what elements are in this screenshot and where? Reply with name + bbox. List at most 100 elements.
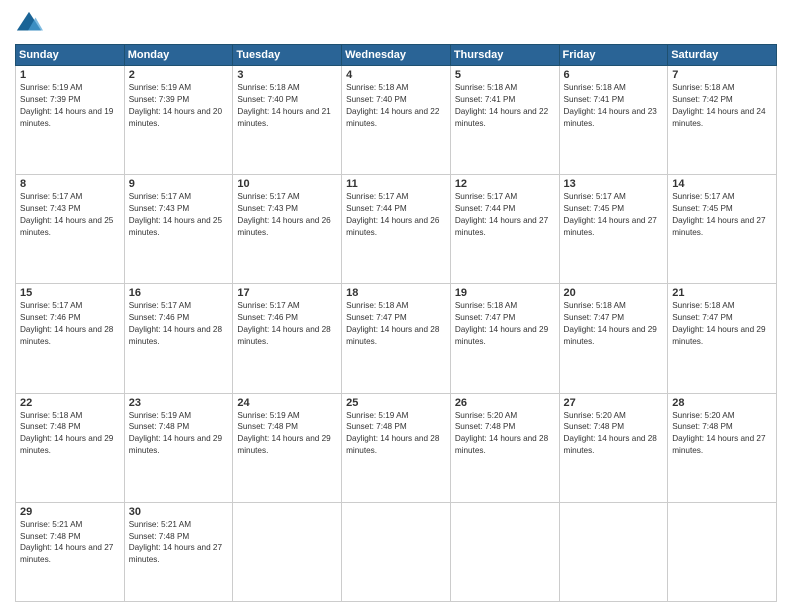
week-row: 15Sunrise: 5:17 AMSunset: 7:46 PMDayligh…: [16, 284, 777, 393]
header-day: Friday: [559, 45, 668, 66]
day-info: Sunrise: 5:18 AMSunset: 7:47 PMDaylight:…: [672, 300, 772, 348]
day-number: 15: [20, 287, 120, 299]
day-cell: 2Sunrise: 5:19 AMSunset: 7:39 PMDaylight…: [124, 66, 233, 175]
day-cell: [450, 502, 559, 601]
day-number: 25: [346, 397, 446, 409]
day-number: 28: [672, 397, 772, 409]
day-info: Sunrise: 5:17 AMSunset: 7:43 PMDaylight:…: [129, 191, 229, 239]
day-cell: 24Sunrise: 5:19 AMSunset: 7:48 PMDayligh…: [233, 393, 342, 502]
logo-icon: [15, 10, 43, 38]
day-number: 4: [346, 69, 446, 81]
day-info: Sunrise: 5:19 AMSunset: 7:48 PMDaylight:…: [237, 410, 337, 458]
day-cell: 1Sunrise: 5:19 AMSunset: 7:39 PMDaylight…: [16, 66, 125, 175]
header-day: Monday: [124, 45, 233, 66]
day-number: 16: [129, 287, 229, 299]
day-info: Sunrise: 5:19 AMSunset: 7:48 PMDaylight:…: [346, 410, 446, 458]
day-info: Sunrise: 5:17 AMSunset: 7:45 PMDaylight:…: [672, 191, 772, 239]
day-cell: [342, 502, 451, 601]
day-info: Sunrise: 5:17 AMSunset: 7:44 PMDaylight:…: [346, 191, 446, 239]
day-cell: 26Sunrise: 5:20 AMSunset: 7:48 PMDayligh…: [450, 393, 559, 502]
day-info: Sunrise: 5:17 AMSunset: 7:46 PMDaylight:…: [20, 300, 120, 348]
week-row: 22Sunrise: 5:18 AMSunset: 7:48 PMDayligh…: [16, 393, 777, 502]
day-cell: 18Sunrise: 5:18 AMSunset: 7:47 PMDayligh…: [342, 284, 451, 393]
day-cell: 23Sunrise: 5:19 AMSunset: 7:48 PMDayligh…: [124, 393, 233, 502]
day-cell: 15Sunrise: 5:17 AMSunset: 7:46 PMDayligh…: [16, 284, 125, 393]
day-cell: 10Sunrise: 5:17 AMSunset: 7:43 PMDayligh…: [233, 175, 342, 284]
header-row: SundayMondayTuesdayWednesdayThursdayFrid…: [16, 45, 777, 66]
day-number: 7: [672, 69, 772, 81]
day-info: Sunrise: 5:21 AMSunset: 7:48 PMDaylight:…: [20, 519, 120, 567]
page: SundayMondayTuesdayWednesdayThursdayFrid…: [0, 0, 792, 612]
day-cell: 21Sunrise: 5:18 AMSunset: 7:47 PMDayligh…: [668, 284, 777, 393]
day-number: 17: [237, 287, 337, 299]
day-number: 5: [455, 69, 555, 81]
day-cell: 9Sunrise: 5:17 AMSunset: 7:43 PMDaylight…: [124, 175, 233, 284]
day-info: Sunrise: 5:18 AMSunset: 7:47 PMDaylight:…: [455, 300, 555, 348]
day-info: Sunrise: 5:17 AMSunset: 7:44 PMDaylight:…: [455, 191, 555, 239]
day-info: Sunrise: 5:18 AMSunset: 7:40 PMDaylight:…: [237, 82, 337, 130]
day-info: Sunrise: 5:18 AMSunset: 7:47 PMDaylight:…: [564, 300, 664, 348]
day-cell: 11Sunrise: 5:17 AMSunset: 7:44 PMDayligh…: [342, 175, 451, 284]
header-day: Tuesday: [233, 45, 342, 66]
day-info: Sunrise: 5:17 AMSunset: 7:43 PMDaylight:…: [237, 191, 337, 239]
day-cell: 28Sunrise: 5:20 AMSunset: 7:48 PMDayligh…: [668, 393, 777, 502]
day-number: 20: [564, 287, 664, 299]
day-number: 11: [346, 178, 446, 190]
header-day: Wednesday: [342, 45, 451, 66]
day-cell: 22Sunrise: 5:18 AMSunset: 7:48 PMDayligh…: [16, 393, 125, 502]
day-cell: 25Sunrise: 5:19 AMSunset: 7:48 PMDayligh…: [342, 393, 451, 502]
day-info: Sunrise: 5:18 AMSunset: 7:42 PMDaylight:…: [672, 82, 772, 130]
day-cell: 20Sunrise: 5:18 AMSunset: 7:47 PMDayligh…: [559, 284, 668, 393]
calendar-table: SundayMondayTuesdayWednesdayThursdayFrid…: [15, 44, 777, 602]
day-cell: 27Sunrise: 5:20 AMSunset: 7:48 PMDayligh…: [559, 393, 668, 502]
day-cell: [559, 502, 668, 601]
day-info: Sunrise: 5:17 AMSunset: 7:43 PMDaylight:…: [20, 191, 120, 239]
day-number: 24: [237, 397, 337, 409]
day-cell: 4Sunrise: 5:18 AMSunset: 7:40 PMDaylight…: [342, 66, 451, 175]
day-number: 29: [20, 506, 120, 518]
day-cell: 29Sunrise: 5:21 AMSunset: 7:48 PMDayligh…: [16, 502, 125, 601]
day-info: Sunrise: 5:20 AMSunset: 7:48 PMDaylight:…: [455, 410, 555, 458]
day-number: 9: [129, 178, 229, 190]
day-cell: 6Sunrise: 5:18 AMSunset: 7:41 PMDaylight…: [559, 66, 668, 175]
day-info: Sunrise: 5:17 AMSunset: 7:46 PMDaylight:…: [237, 300, 337, 348]
header-day: Saturday: [668, 45, 777, 66]
day-info: Sunrise: 5:19 AMSunset: 7:39 PMDaylight:…: [20, 82, 120, 130]
day-info: Sunrise: 5:19 AMSunset: 7:48 PMDaylight:…: [129, 410, 229, 458]
day-cell: 7Sunrise: 5:18 AMSunset: 7:42 PMDaylight…: [668, 66, 777, 175]
day-number: 23: [129, 397, 229, 409]
day-number: 27: [564, 397, 664, 409]
day-info: Sunrise: 5:18 AMSunset: 7:40 PMDaylight:…: [346, 82, 446, 130]
day-number: 19: [455, 287, 555, 299]
day-cell: 3Sunrise: 5:18 AMSunset: 7:40 PMDaylight…: [233, 66, 342, 175]
day-info: Sunrise: 5:17 AMSunset: 7:45 PMDaylight:…: [564, 191, 664, 239]
day-number: 14: [672, 178, 772, 190]
day-cell: 30Sunrise: 5:21 AMSunset: 7:48 PMDayligh…: [124, 502, 233, 601]
header-day: Sunday: [16, 45, 125, 66]
day-number: 3: [237, 69, 337, 81]
header-day: Thursday: [450, 45, 559, 66]
day-info: Sunrise: 5:18 AMSunset: 7:41 PMDaylight:…: [564, 82, 664, 130]
logo: [15, 10, 47, 38]
day-number: 1: [20, 69, 120, 81]
day-number: 12: [455, 178, 555, 190]
day-number: 21: [672, 287, 772, 299]
day-number: 8: [20, 178, 120, 190]
day-number: 22: [20, 397, 120, 409]
day-number: 30: [129, 506, 229, 518]
day-cell: [668, 502, 777, 601]
day-number: 18: [346, 287, 446, 299]
day-cell: 5Sunrise: 5:18 AMSunset: 7:41 PMDaylight…: [450, 66, 559, 175]
day-cell: [233, 502, 342, 601]
week-row: 29Sunrise: 5:21 AMSunset: 7:48 PMDayligh…: [16, 502, 777, 601]
day-number: 13: [564, 178, 664, 190]
day-info: Sunrise: 5:17 AMSunset: 7:46 PMDaylight:…: [129, 300, 229, 348]
day-info: Sunrise: 5:21 AMSunset: 7:48 PMDaylight:…: [129, 519, 229, 567]
day-number: 6: [564, 69, 664, 81]
week-row: 8Sunrise: 5:17 AMSunset: 7:43 PMDaylight…: [16, 175, 777, 284]
day-cell: 8Sunrise: 5:17 AMSunset: 7:43 PMDaylight…: [16, 175, 125, 284]
day-info: Sunrise: 5:18 AMSunset: 7:48 PMDaylight:…: [20, 410, 120, 458]
day-cell: 17Sunrise: 5:17 AMSunset: 7:46 PMDayligh…: [233, 284, 342, 393]
day-number: 10: [237, 178, 337, 190]
day-info: Sunrise: 5:18 AMSunset: 7:47 PMDaylight:…: [346, 300, 446, 348]
